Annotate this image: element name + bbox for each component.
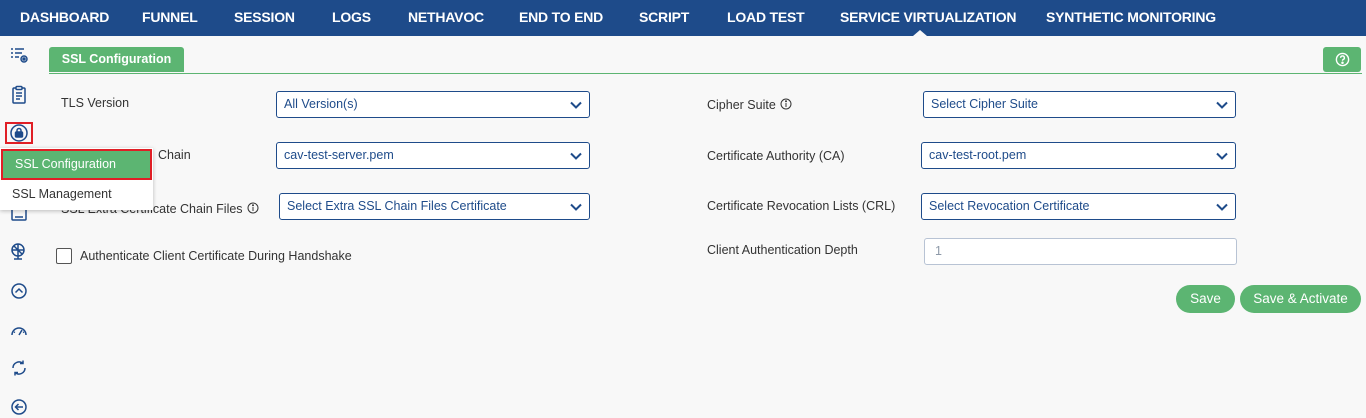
nav-synthetic-monitoring[interactable]: SYNTHETIC MONITORING bbox=[1046, 0, 1216, 36]
flyout-item-ssl-configuration[interactable]: SSL Configuration bbox=[1, 149, 152, 180]
cipher-suite-label: Cipher Suite bbox=[707, 98, 792, 112]
nav-nethavoc[interactable]: NETHAVOC bbox=[408, 0, 484, 36]
nav-load-test[interactable]: LOAD TEST bbox=[727, 0, 805, 36]
clipboard-icon[interactable] bbox=[9, 85, 29, 105]
active-nav-indicator bbox=[913, 30, 927, 36]
chevron-down-icon bbox=[570, 101, 582, 109]
nav-script[interactable]: SCRIPT bbox=[639, 0, 689, 36]
auth-depth-label: Client Authentication Depth bbox=[707, 243, 858, 257]
info-icon[interactable] bbox=[247, 202, 259, 214]
crl-select[interactable]: Select Revocation Certificate bbox=[921, 193, 1236, 220]
cipher-suite-value: Select Cipher Suite bbox=[931, 97, 1039, 111]
cert-chain-select[interactable]: cav-test-server.pem bbox=[276, 142, 590, 169]
cipher-suite-label-text: Cipher Suite bbox=[707, 98, 776, 112]
tls-version-label: TLS Version bbox=[61, 96, 130, 110]
nav-end-to-end[interactable]: END TO END bbox=[519, 0, 603, 36]
ca-select[interactable]: cav-test-root.pem bbox=[921, 142, 1236, 169]
ssl-flyout-menu: SSL Configuration SSL Management bbox=[0, 148, 153, 210]
chevron-down-icon bbox=[570, 152, 582, 160]
nav-session[interactable]: SESSION bbox=[234, 0, 295, 36]
cert-chain-value: cav-test-server.pem bbox=[284, 148, 394, 162]
info-icon[interactable] bbox=[780, 98, 792, 110]
save-activate-button[interactable]: Save & Activate bbox=[1240, 285, 1361, 313]
sync-icon[interactable] bbox=[9, 358, 29, 378]
nav-logs[interactable]: LOGS bbox=[332, 0, 371, 36]
cert-chain-label: Chain bbox=[158, 148, 191, 162]
arrow-left-circle-icon[interactable] bbox=[9, 397, 29, 417]
extra-chain-value: Select Extra SSL Chain Files Certificate bbox=[287, 199, 507, 213]
help-icon bbox=[1335, 52, 1350, 67]
help-button[interactable] bbox=[1323, 47, 1361, 72]
auth-client-label: Authenticate Client Certificate During H… bbox=[80, 249, 352, 263]
lock-icon[interactable] bbox=[9, 123, 29, 143]
top-navigation: DASHBOARD FUNNEL SESSION LOGS NETHAVOC E… bbox=[0, 0, 1366, 36]
nav-service-virtualization[interactable]: SERVICE VIRTUALIZATION bbox=[840, 0, 1017, 36]
satellite-icon[interactable] bbox=[9, 241, 29, 261]
speedometer-icon[interactable] bbox=[9, 320, 29, 340]
list-settings-icon[interactable] bbox=[9, 45, 29, 65]
auth-client-checkbox[interactable] bbox=[56, 248, 72, 264]
ca-value: cav-test-root.pem bbox=[929, 148, 1027, 162]
auth-depth-input[interactable]: 1 bbox=[924, 238, 1237, 265]
chevron-down-icon bbox=[570, 203, 582, 211]
crl-label: Certificate Revocation Lists (CRL) bbox=[707, 199, 896, 213]
tls-version-select[interactable]: All Version(s) bbox=[276, 91, 590, 118]
tab-ssl-configuration[interactable]: SSL Configuration bbox=[49, 47, 184, 72]
chevron-up-circle-icon[interactable] bbox=[9, 281, 29, 301]
cipher-suite-select[interactable]: Select Cipher Suite bbox=[923, 91, 1236, 118]
chevron-down-icon bbox=[1216, 203, 1228, 211]
chevron-down-icon bbox=[1216, 101, 1228, 109]
extra-chain-select[interactable]: Select Extra SSL Chain Files Certificate bbox=[279, 193, 590, 220]
nav-dashboard[interactable]: DASHBOARD bbox=[20, 0, 109, 36]
nav-funnel[interactable]: FUNNEL bbox=[142, 0, 198, 36]
flyout-item-ssl-management[interactable]: SSL Management bbox=[12, 187, 112, 201]
chevron-down-icon bbox=[1216, 152, 1228, 160]
save-button[interactable]: Save bbox=[1176, 285, 1235, 313]
crl-value: Select Revocation Certificate bbox=[929, 199, 1090, 213]
tls-version-value: All Version(s) bbox=[284, 97, 358, 111]
ca-label: Certificate Authority (CA) bbox=[707, 149, 845, 163]
tab-bar: SSL Configuration bbox=[49, 47, 1362, 74]
